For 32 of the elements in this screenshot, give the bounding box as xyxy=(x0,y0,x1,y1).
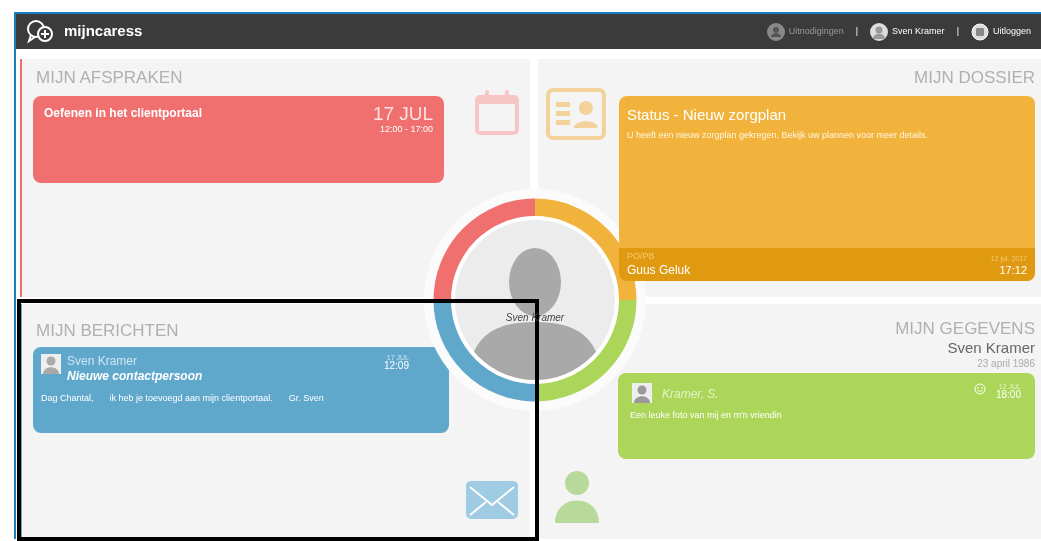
dossier-text: U heeft een nieuw zorgplan gekregen. Bekijk uw plannen voor meer details. xyxy=(626,129,930,142)
dossier-title: Status - Nieuw zorgplan xyxy=(626,104,788,125)
separator: | xyxy=(855,24,859,38)
post-time: 18:00 xyxy=(995,389,1021,400)
message-subject: Nieuwe contactpersoon xyxy=(67,368,204,384)
sender-name: Sven Kramer xyxy=(67,353,139,369)
nav-link[interactable]: Uitloggen xyxy=(970,22,1031,41)
logo-text: mijncaress xyxy=(64,21,143,42)
role-label: PO/PB xyxy=(626,251,656,263)
message-time: 12:09 xyxy=(383,360,409,371)
nav-label: Uitnodigingen xyxy=(788,24,844,38)
author-name: Guus Geluk xyxy=(626,262,691,278)
appointment-title: Oefenen in het clientportaal xyxy=(44,104,203,122)
birth-date: 23 april 1986 xyxy=(977,358,1035,371)
message-text: Gr. Sven xyxy=(288,391,324,405)
separator: | xyxy=(956,24,959,38)
dossier-time: 17:12 xyxy=(999,263,1027,278)
section-title: MIJN BERICHTEN xyxy=(36,320,180,342)
author-name: Kramer, S. xyxy=(662,385,720,403)
section-title: MIJN AFSPRAKEN xyxy=(36,67,184,89)
appointment-card[interactable]: Oefenen in het clientportaal 17 JUL 12:00 - 17:00 xyxy=(33,95,445,183)
appointment-date: 17 JUL xyxy=(372,103,434,123)
nav-label: Sven Kramer xyxy=(892,24,945,38)
appointment-time: 12:00 - 17:00 xyxy=(380,124,434,134)
message-text: ik heb je toevoegd aan mijn clientportaal. xyxy=(109,391,273,405)
post-text: Een leuke foto van mij en m'n vriendin xyxy=(630,408,783,422)
section-title: MIJN GEGEVENS xyxy=(895,318,1035,340)
nav-link[interactable]: Sven Kramer xyxy=(870,22,945,41)
person-name: Sven Kramer xyxy=(947,339,1035,358)
section-title: MIJN DOSSIER xyxy=(914,67,1035,89)
message-text: Dag Chantal, xyxy=(41,391,94,405)
nav-label: Uitloggen xyxy=(992,24,1031,38)
